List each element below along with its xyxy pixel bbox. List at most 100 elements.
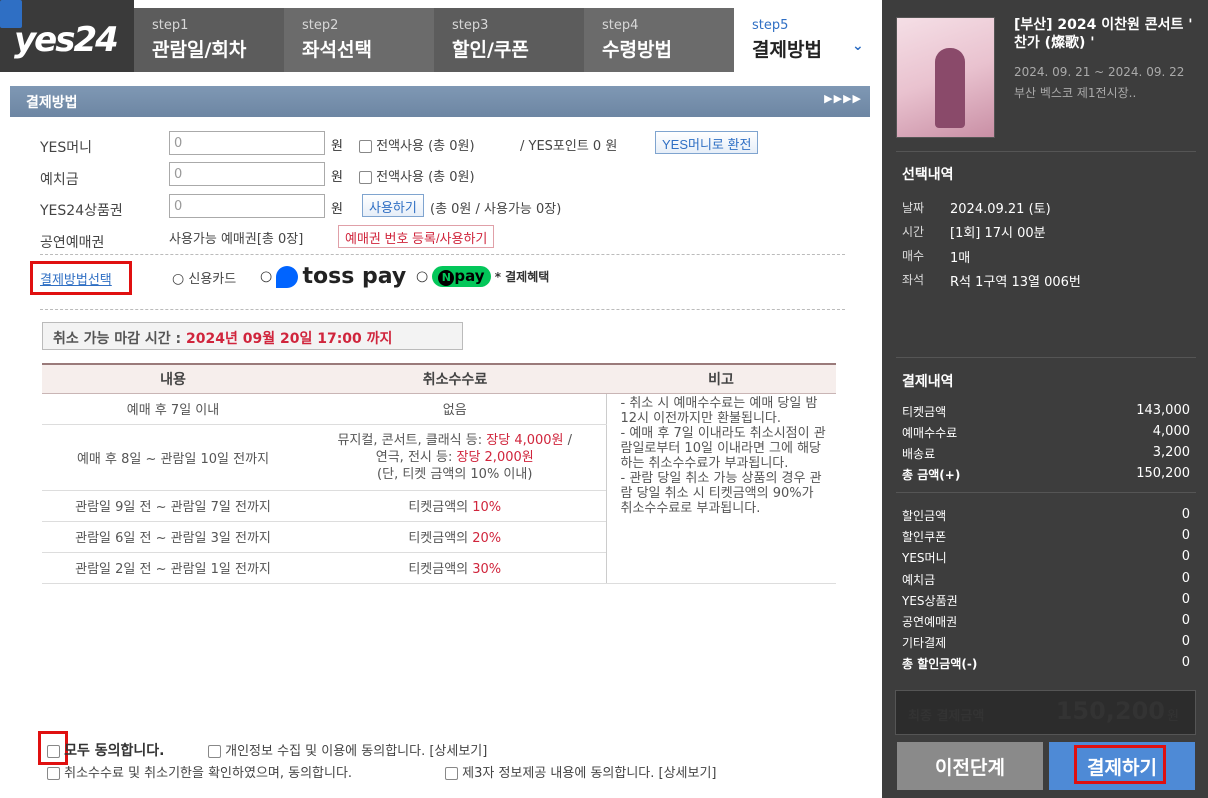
- deposit-all-use[interactable]: 전액사용 (총 0원): [359, 166, 475, 185]
- header-note: 비고: [606, 363, 836, 394]
- fee-text: 티켓금액의: [408, 500, 469, 515]
- yesmoney-all-use[interactable]: 전액사용 (총 0원): [359, 135, 475, 154]
- deposit-all-use-text: 전액사용 (총 0원): [376, 170, 475, 185]
- period-cell: 관람일 2일 전 ~ 관람일 1일 전까지: [42, 552, 304, 584]
- deposit-input[interactable]: [169, 162, 325, 186]
- cancel-deadline: 취소 가능 마감 시간 : 2024년 09월 20일 17:00 까지: [42, 322, 463, 350]
- giftcard-use-button[interactable]: 사용하기: [362, 194, 424, 217]
- agree-privacy-checkbox[interactable]: [208, 745, 221, 758]
- yesmoney-all-use-checkbox[interactable]: [359, 140, 372, 153]
- agree-all-checkbox[interactable]: [47, 745, 60, 758]
- radio-icon[interactable]: ○: [172, 271, 184, 287]
- cancel-deadline-prefix: 취소 가능 마감 시간 :: [53, 331, 182, 347]
- selection-value: 2024.09.21 (토): [950, 202, 1051, 217]
- note-cell: - 취소 시 예매수수료는 예매 당일 밤 12시 이전까지만 환불됩니다. -…: [605, 393, 836, 584]
- section-title: 결제방법: [26, 95, 78, 111]
- selection-value: R석 1구역 13열 006번: [950, 275, 1081, 290]
- payment-value: 143,000: [1136, 403, 1190, 418]
- prev-step-button[interactable]: 이전단계: [897, 742, 1043, 790]
- step-number: step4: [602, 18, 639, 33]
- fee-percent: 30%: [472, 562, 502, 577]
- step-tab-2[interactable]: step2 좌석선택: [284, 8, 434, 72]
- tosspay-logo-text: toss pay: [302, 264, 407, 289]
- selection-key: 날짜: [902, 201, 925, 215]
- step-label: 좌석선택: [302, 39, 372, 61]
- discount-value: 0: [1181, 571, 1190, 586]
- giftcard-input[interactable]: [169, 194, 325, 218]
- divider: [896, 151, 1196, 152]
- step-tab-3[interactable]: step3 할인/쿠폰: [434, 8, 584, 72]
- agree-third-checkbox[interactable]: [445, 767, 458, 780]
- discount-value: 0: [1181, 613, 1190, 628]
- agree-third[interactable]: 제3자 정보제공 내용에 동의합니다. [상세보기]: [445, 762, 717, 781]
- credit-card-radio[interactable]: ○ 신용카드: [172, 268, 236, 287]
- voucher-label: 공연예매권: [40, 235, 105, 251]
- agree-cancel-text: 취소수수료 및 취소기한을 확인하였으며, 동의합니다.: [64, 766, 353, 781]
- agree-privacy[interactable]: 개인정보 수집 및 이용에 동의합니다. [상세보기]: [208, 740, 487, 759]
- discount-key: 공연예매권: [902, 615, 958, 629]
- convert-yesmoney-button[interactable]: YES머니로 환전: [655, 131, 759, 154]
- discount-key: YES머니: [902, 551, 947, 565]
- tosspay-radio[interactable]: ○ toss pay: [260, 264, 406, 289]
- header-fee: 취소수수료: [304, 363, 606, 394]
- voucher-info: 사용가능 예매권[총 0장]: [169, 232, 304, 247]
- radio-icon[interactable]: ○: [416, 269, 428, 285]
- payment-value: 3,200: [1152, 445, 1190, 460]
- giftcard-info: (총 0원 / 사용가능 0장): [430, 202, 562, 217]
- yesmoney-input[interactable]: [169, 131, 325, 155]
- fee-text: 티켓금액의: [408, 562, 469, 577]
- yesmoney-unit: 원: [331, 139, 343, 154]
- step-label: 관람일/회차: [152, 39, 247, 61]
- voucher-register-button[interactable]: 예매권 번호 등록/사용하기: [338, 225, 495, 248]
- agree-all-text: 모두 동의합니다.: [64, 743, 165, 759]
- payment-total-key: 총 금액(+): [902, 468, 961, 482]
- discount-value: 0: [1181, 592, 1190, 607]
- credit-card-label: 신용카드: [188, 272, 237, 287]
- payment-key: 예매수수료: [902, 426, 958, 440]
- final-amount-label: 최종 결제금액: [908, 709, 985, 724]
- fee-value: 장당 4,000원: [486, 432, 564, 448]
- step-tab-4[interactable]: step4 수령방법: [584, 8, 734, 72]
- divider: [896, 357, 1196, 358]
- agree-cancel[interactable]: 취소수수료 및 취소기한을 확인하였으며, 동의합니다.: [47, 762, 352, 781]
- fee-cell: 뮤지컬, 콘서트, 클래식 등: 장당 4,000원 / 연극, 전시 등: 장…: [304, 424, 606, 491]
- discount-total-key: 총 할인금액(-): [902, 657, 978, 671]
- agree-all[interactable]: 모두 동의합니다.: [47, 740, 165, 760]
- yesmoney-label: YES머니: [40, 140, 93, 156]
- deposit-all-use-checkbox[interactable]: [359, 171, 372, 184]
- npay-radio[interactable]: ○ Npay * 결제혜택: [416, 266, 549, 287]
- step-label: 수령방법: [602, 39, 672, 61]
- discount-key: 예치금: [902, 573, 936, 587]
- agree-cancel-checkbox[interactable]: [47, 767, 60, 780]
- selection-key: 매수: [902, 249, 925, 263]
- fee-text: 티켓금액의: [408, 531, 469, 546]
- fee-text: 뮤지컬, 콘서트, 클래식 등:: [337, 432, 483, 448]
- fee-value: 장당 2,000원: [456, 449, 534, 465]
- divider: [40, 254, 845, 255]
- discount-value: 0: [1181, 634, 1190, 649]
- deposit-label: 예치금: [40, 172, 79, 188]
- cancel-deadline-value: 2024년 09월 20일 17:00 까지: [186, 331, 393, 347]
- yes24-logo[interactable]: yes24: [14, 20, 119, 60]
- step-number: step1: [152, 18, 189, 33]
- benefit-link[interactable]: * 결제혜택: [495, 270, 550, 284]
- period-cell: 예매 후 7일 이내: [42, 393, 304, 425]
- fee-percent: 20%: [472, 531, 502, 546]
- deposit-unit: 원: [331, 170, 343, 185]
- payment-key: 배송료: [902, 447, 936, 461]
- discount-key: 할인쿠폰: [902, 530, 947, 544]
- selection-value: 1매: [950, 251, 971, 266]
- fee-text: /: [567, 432, 573, 448]
- chevron-down-icon[interactable]: ⌄: [852, 38, 864, 54]
- discount-value: 0: [1181, 549, 1190, 564]
- period-cell: 관람일 6일 전 ~ 관람일 3일 전까지: [42, 521, 304, 553]
- selection-value: [1회] 17시 00분: [950, 226, 1046, 241]
- radio-icon[interactable]: ○: [260, 269, 272, 285]
- yespoint-text: / YES포인트 0 원: [520, 139, 618, 154]
- selection-title: 선택내역: [902, 167, 954, 183]
- fee-text: (단, 티켓 금액의 10% 이내): [377, 466, 533, 482]
- selection-key: 좌석: [902, 273, 925, 287]
- final-amount-value: 150,200: [1055, 697, 1165, 725]
- concert-venue: 부산 벡스코 제1전시장..: [1014, 86, 1137, 100]
- step-tab-1[interactable]: step1 관람일/회차: [134, 8, 284, 72]
